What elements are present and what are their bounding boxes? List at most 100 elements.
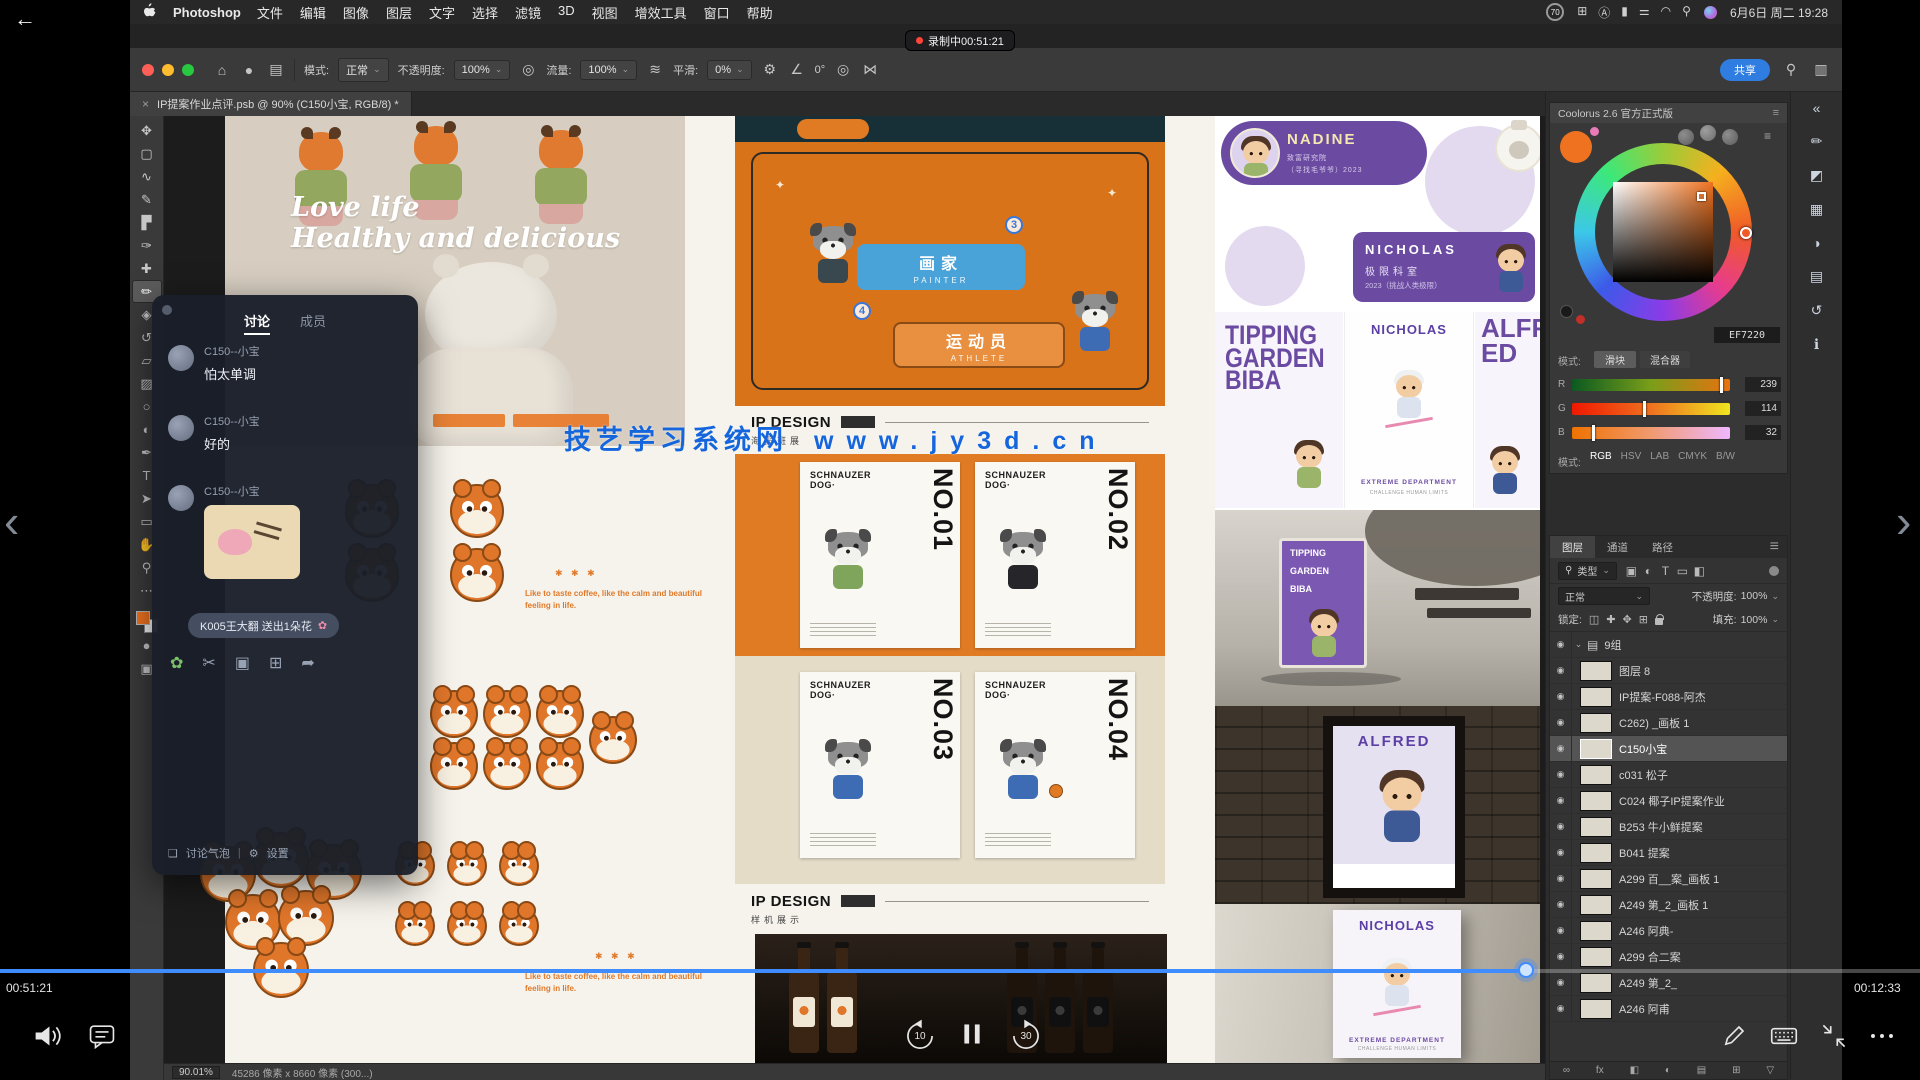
link-layers-icon[interactable]: ∞ [1563,1065,1570,1076]
forward-30-button[interactable]: 30 [1004,1014,1048,1058]
screen-recording-indicator[interactable]: 录制中00:51:21 [906,31,1014,50]
adjustments-panel-icon[interactable]: ◑ [1812,235,1820,251]
layer-thumbnail[interactable] [1580,843,1612,863]
delete-layer-icon[interactable]: ▽ [1766,1065,1774,1076]
layer-opacity-value[interactable]: 100% [1741,590,1768,602]
apple-menu-icon[interactable] [144,3,157,21]
filter-toggle[interactable] [1769,566,1779,576]
layer-row[interactable]: ◉ ⌄ ▤ C262) _画板 1 [1550,710,1787,736]
panel-tab[interactable]: 图层 [1550,536,1595,558]
current-color-swatch[interactable] [1560,131,1592,163]
crop-tool[interactable]: ▛ [132,211,162,234]
invite-member-icon[interactable]: ⊞ [269,653,282,673]
menu-plugins[interactable]: 增效工具 [635,3,687,22]
battery-icon[interactable]: ▮ [1621,4,1628,21]
video-progress-bar[interactable] [0,969,1920,973]
menu-type[interactable]: 文字 [429,3,455,22]
layer-row[interactable]: ◉ ⌄ ▤ B041 提案 [1550,840,1787,866]
home-icon[interactable]: ⌂ [213,62,231,78]
menu-filter[interactable]: 滤镜 [515,3,541,22]
mixer-tab-button[interactable]: 混合器 [1640,351,1690,368]
green-channel-slider[interactable]: G 114 [1550,399,1789,419]
expand-panels-icon[interactable]: « [1813,100,1821,116]
layer-name[interactable]: A246 阿典- [1619,923,1673,939]
layer-visibility-toggle[interactable]: ◉ [1550,866,1572,891]
menu-view[interactable]: 视图 [592,3,618,22]
previous-chevron[interactable]: ‹ [4,498,19,544]
layer-visibility-toggle[interactable]: ◉ [1550,788,1572,813]
layer-thumbnail[interactable] [1580,895,1612,915]
filter-shape-icon[interactable]: ▭ [1674,564,1691,578]
menu-edit[interactable]: 编辑 [300,3,326,22]
layer-thumbnail[interactable] [1580,687,1612,707]
layer-visibility-toggle[interactable]: ◉ [1550,944,1572,969]
layer-group-icon[interactable]: ▤ [1697,1065,1706,1076]
move-tool[interactable]: ✥ [132,119,162,142]
layer-name[interactable]: A246 阿甫 [1619,1001,1670,1017]
layer-visibility-toggle[interactable]: ◉ [1550,710,1572,735]
document-tab[interactable]: × IP提案作业点评.psb @ 90% (C150小宝, RGB/8) * [130,92,412,116]
layer-visibility-toggle[interactable]: ◉ [1550,918,1572,943]
keyboard-shortcuts-button[interactable] [1762,1014,1806,1058]
layer-thumbnail[interactable] [1580,947,1612,967]
panel-menu-icon[interactable]: ≡ [1773,107,1779,119]
swatches-panel-icon[interactable]: ▦ [1810,201,1823,218]
gray-ball-swatch[interactable] [1722,129,1738,145]
libraries-panel-icon[interactable]: ▤ [1810,268,1823,285]
filter-adjustment-icon[interactable]: ◐ [1640,564,1657,578]
layer-name[interactable]: C150小宝 [1619,741,1667,757]
layer-row[interactable]: ◉ ⌄ ▤ A246 阿典- [1550,918,1787,944]
wifi-icon[interactable]: ◠ [1661,4,1671,21]
menu-image[interactable]: 图像 [343,3,369,22]
group-expand-caret[interactable]: ⌄ [1572,639,1585,650]
smoothing-gear-icon[interactable]: ⚙ [761,61,779,78]
layer-name[interactable]: A299 合二案 [1619,949,1681,965]
history-panel-icon[interactable]: ↺ [1811,302,1823,319]
close-window-button[interactable] [142,64,154,76]
app-name[interactable]: Photoshop [173,5,241,20]
next-chevron[interactable]: › [1896,498,1911,544]
more-options-button[interactable] [1860,1014,1904,1058]
layer-row[interactable]: ◉ ⌄ ▤ 9组 [1550,632,1787,658]
color-space-option[interactable]: B/W [1716,451,1735,462]
layer-name[interactable]: c031 松子 [1619,767,1668,783]
layer-name[interactable]: C024 椰子IP提案作业 [1619,793,1725,809]
sliders-mini-icon[interactable]: ≡ [1764,129,1771,143]
brush-preset-icon[interactable]: ● [240,62,258,78]
back-button[interactable]: ← [14,6,36,32]
notes-pencil-button[interactable] [1712,1014,1756,1058]
layer-visibility-toggle[interactable]: ◉ [1550,970,1572,995]
layer-visibility-toggle[interactable]: ◉ [1550,814,1572,839]
layer-effects-icon[interactable]: fx [1596,1065,1604,1076]
color-space-option[interactable]: HSV [1621,451,1642,462]
gray-ball-swatch[interactable] [1700,125,1716,141]
layer-name[interactable]: A299 百__案_画板 1 [1619,871,1719,887]
color-space-option[interactable]: RGB [1590,451,1612,462]
lock-position-icon[interactable]: ✥ [1623,613,1632,626]
hex-value-field[interactable]: EF7220 [1714,327,1780,343]
menu-3d[interactable]: 3D [558,3,575,22]
brush-panel-toggle-icon[interactable]: ▤ [267,61,285,78]
menu-file[interactable]: 文件 [257,3,283,22]
saturation-value-square[interactable] [1613,182,1713,282]
discussion-panel[interactable]: 讨论 成员 C150--小宝 怕太单调 C150--小宝 好的 C150--小宝… [152,295,418,875]
slider-marker[interactable] [1720,377,1723,393]
menu-help[interactable]: 帮助 [747,3,773,22]
layer-name[interactable]: A249 第_2_ [1619,975,1677,991]
layer-name[interactable]: IP提案-F088-阿杰 [1619,689,1706,705]
layer-row[interactable]: ◉ ⌄ ▤ B253 牛小鲜提案 [1550,814,1787,840]
layer-visibility-toggle[interactable]: ◉ [1550,762,1572,787]
info-panel-icon[interactable]: ℹ [1814,336,1819,353]
image-upload-icon[interactable]: ▣ [235,653,250,673]
layer-visibility-toggle[interactable]: ◉ [1550,684,1572,709]
zoom-window-button[interactable] [182,64,194,76]
layer-visibility-toggle[interactable]: ◉ [1550,658,1572,683]
layer-thumbnail[interactable] [1580,661,1612,681]
layer-row[interactable]: ◉ ⌄ ▤ A249 第_2_画板 1 [1550,892,1787,918]
menu-select[interactable]: 选择 [472,3,498,22]
rewind-10-button[interactable]: 10 [898,1014,942,1058]
lasso-tool[interactable]: ∿ [132,165,162,188]
red-slider-track[interactable] [1572,379,1730,391]
gray-ball-swatch[interactable] [1678,129,1694,145]
lock-artboard-icon[interactable]: ⊞ [1639,613,1648,626]
